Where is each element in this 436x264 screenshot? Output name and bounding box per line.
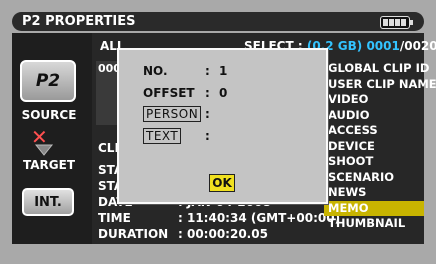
menu-item-memo[interactable]: MEMO — [324, 200, 424, 216]
internal-target-button[interactable]: INT. — [22, 188, 74, 216]
source-label: SOURCE — [21, 108, 77, 122]
left-column: P2 SOURCE ✕ TARGET INT. — [12, 33, 92, 244]
menu-item-audio[interactable]: AUDIO — [324, 108, 424, 124]
menu-item-shoot[interactable]: SHOOT — [324, 154, 424, 170]
title-bar: P2 PROPERTIES — [12, 12, 424, 31]
time-label: TIME — [98, 211, 131, 225]
menu-item-access[interactable]: ACCESS — [324, 123, 424, 139]
menu-item-scenario[interactable]: SCENARIO — [324, 170, 424, 186]
duration-label: DURATION — [98, 227, 169, 241]
arrow-down-icon — [34, 144, 54, 156]
memo-offset-value: 0 — [219, 86, 228, 100]
memo-person-colon: : — [205, 107, 210, 121]
menu-item-user-clip-name[interactable]: USER CLIP NAME — [324, 77, 436, 93]
memo-no-value: 1 — [219, 64, 228, 78]
time-value: : 11:40:34 (GMT+00:00) — [178, 211, 341, 225]
menu-item-news[interactable]: NEWS — [324, 185, 424, 201]
battery-icon — [380, 16, 413, 29]
memo-person-label: PERSON — [143, 106, 202, 122]
memo-text-colon: : — [205, 129, 210, 143]
screen: P2 PROPERTIES P2 SOURCE ✕ TARGET INT. AL… — [0, 0, 436, 264]
menu-item-device[interactable]: DEVICE — [324, 139, 424, 155]
memo-no-label: NO. — [143, 64, 168, 78]
memo-text-label: TEXT — [143, 128, 182, 144]
duration-value: : 00:00:20.05 — [178, 227, 268, 241]
window-title: P2 PROPERTIES — [22, 14, 136, 29]
p2-card-button[interactable]: P2 — [20, 60, 76, 102]
memo-offset-label: OFFSET — [143, 86, 195, 100]
memo-no-colon: : — [205, 64, 210, 78]
target-label: TARGET — [22, 158, 75, 172]
menu-item-global-clip-id[interactable]: GLOBAL CLIP ID — [324, 61, 429, 77]
memo-dialog: NO. : 1 OFFSET : 0 PERSON : TEXT : OK — [117, 48, 328, 204]
memo-offset-colon: : — [205, 86, 210, 100]
menu-item-thumbnail[interactable]: THUMBNAIL — [324, 216, 424, 232]
ok-button[interactable]: OK — [209, 174, 235, 192]
property-menu: GLOBAL CLIP ID USER CLIP NAME VIDEO AUDI… — [324, 61, 436, 232]
menu-item-video[interactable]: VIDEO — [324, 92, 424, 108]
